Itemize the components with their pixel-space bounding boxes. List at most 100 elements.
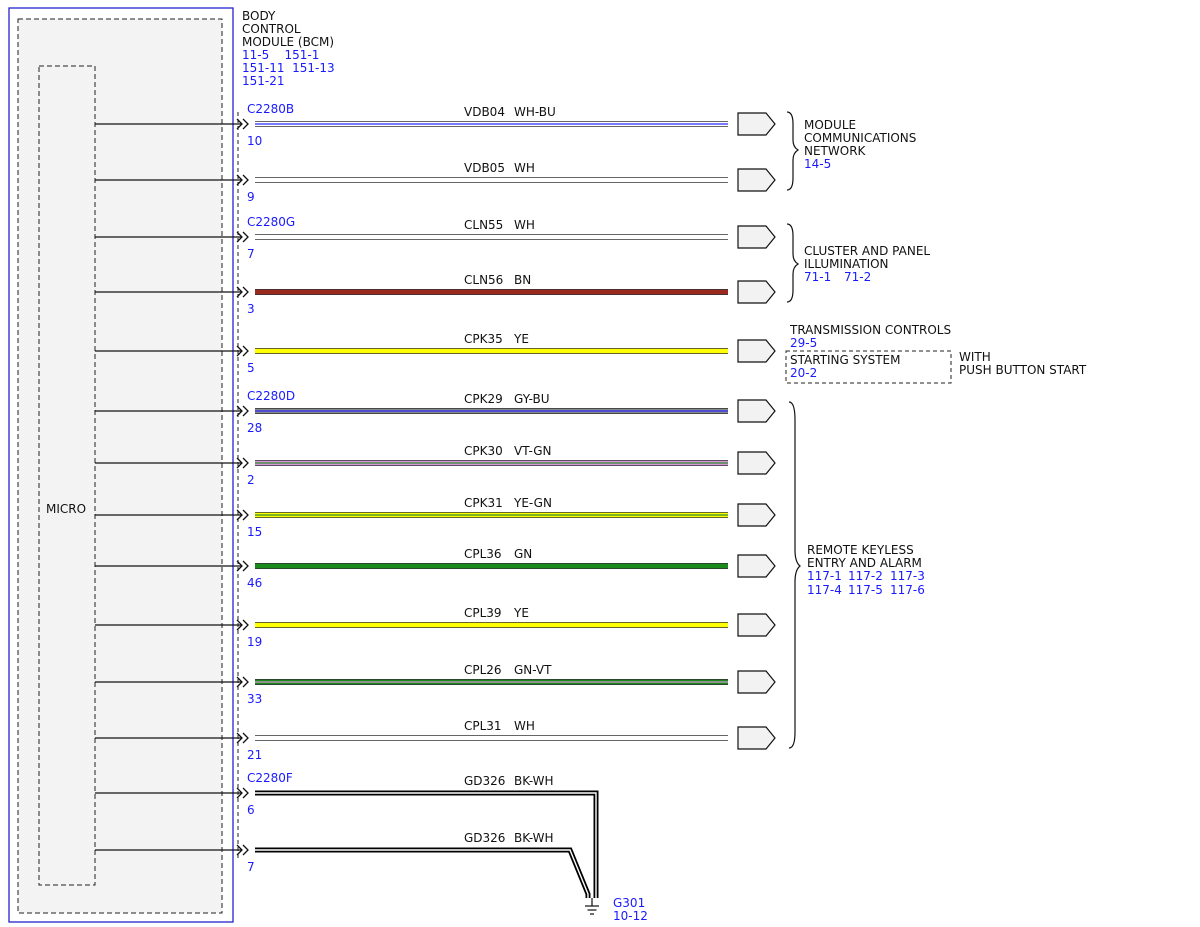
module-title-line-3: MODULE (BCM) — [242, 35, 334, 49]
pin-chevron-icon — [242, 174, 249, 186]
connector-arrow-icon — [737, 339, 776, 363]
wire-color-code: GN — [514, 547, 532, 561]
wire-circuit-label: VDB05 — [464, 161, 505, 175]
connector-arrow-icon — [737, 613, 776, 637]
dest-keyless-ref-3: 117-3 — [890, 569, 925, 583]
connector-arrow-icon — [737, 451, 776, 475]
dest-cluster-line-2: ILLUMINATION — [804, 257, 889, 271]
module-title-line-1: BODY — [242, 9, 276, 23]
pin-number: 9 — [247, 190, 255, 204]
wire-color-code: BK-WH — [514, 774, 554, 788]
dest-starting-note-1: WITH — [959, 350, 991, 364]
wire-color-code: WH — [514, 218, 535, 232]
connector-arrow-icon — [737, 280, 776, 304]
wire-color-code: YE — [513, 606, 529, 620]
dest-keyless-line-1: REMOTE KEYLESS — [807, 543, 914, 557]
connector-name: C2280B — [247, 102, 294, 116]
pin-chevron-icon — [242, 118, 249, 130]
pin-chevron-icon — [242, 787, 249, 799]
module-title-line-2: CONTROL — [242, 22, 301, 36]
pin-number: 7 — [247, 860, 255, 874]
pin-chevron-icon — [242, 676, 249, 688]
pin-number: 2 — [247, 473, 255, 487]
pin-number: 3 — [247, 302, 255, 316]
dest-cluster-ref-2: 71-2 — [844, 270, 871, 284]
bracket-remote-keyless — [788, 401, 801, 749]
pin-chevron-icon — [242, 457, 249, 469]
wire-color-code: YE-GN — [513, 496, 552, 510]
module-ref-line-3: 151-21 — [242, 74, 285, 88]
dest-keyless-ref-4: 117-4 — [807, 583, 842, 597]
wire-circuit-label: CPL26 — [464, 663, 502, 677]
dest-module-network-line-2: COMMUNICATIONS — [804, 131, 916, 145]
connector-name: C2280F — [247, 771, 293, 785]
connector-arrow-icon — [737, 503, 776, 527]
wiring-diagram: MICRO BODY CONTROL MODULE (BCM) 11-5 151… — [8, 7, 1087, 923]
dest-starting-line-1: STARTING SYSTEM — [790, 353, 900, 367]
wire-color-code: VT-GN — [514, 444, 551, 458]
wire-circuit-label: CPL39 — [464, 606, 502, 620]
pin-chevron-icon — [242, 619, 249, 631]
pin-number: 15 — [247, 525, 262, 539]
pin-number: 6 — [247, 803, 255, 817]
dest-module-network-ref-1: 14-5 — [804, 157, 831, 171]
wire-color-code: GN-VT — [514, 663, 552, 677]
pin-number: 28 — [247, 421, 262, 435]
dest-module-network-line-1: MODULE — [804, 118, 856, 132]
connector-arrow-icon — [737, 670, 776, 694]
wire-circuit-label: GD326 — [464, 831, 505, 845]
pin-number: 19 — [247, 635, 262, 649]
dest-keyless-ref-2: 117-2 — [848, 569, 883, 583]
module-ref-line-1: 11-5 151-1 — [242, 48, 319, 62]
connector-arrow-icon — [737, 168, 776, 192]
pin-chevron-icon — [242, 231, 249, 243]
dest-starting-note-2: PUSH BUTTON START — [959, 363, 1087, 377]
pin-number: 5 — [247, 361, 255, 375]
wire-color-code: WH — [514, 719, 535, 733]
connector-arrow-icon — [737, 554, 776, 578]
ground-wire — [255, 847, 591, 898]
wire-circuit-label: CPK30 — [464, 444, 503, 458]
ground-wire-trace — [255, 849, 589, 898]
ground-wire-trace — [255, 792, 597, 898]
wire-circuit-label: CPK35 — [464, 332, 503, 346]
pin-chevron-icon — [242, 844, 249, 856]
dest-transmission-line-1: TRANSMISSION CONTROLS — [789, 323, 951, 337]
wire-color-code: GY-BU — [514, 392, 550, 406]
wire-color-code: BK-WH — [514, 831, 554, 845]
dest-transmission-ref-1: 29-5 — [790, 336, 817, 350]
wire-color-code: WH — [514, 161, 535, 175]
connector-arrow-icon — [737, 225, 776, 249]
dest-keyless-ref-6: 117-6 — [890, 583, 925, 597]
wire-circuit-label: VDB04 — [464, 105, 505, 119]
pin-chevron-icon — [242, 286, 249, 298]
pin-chevron-icon — [242, 345, 249, 357]
ground-ref: 10-12 — [613, 909, 648, 923]
dest-starting-ref-1: 20-2 — [790, 366, 817, 380]
bracket-module-network — [786, 111, 800, 191]
ground-symbol-icon — [585, 898, 599, 915]
pin-number: 33 — [247, 692, 262, 706]
ground-name: G301 — [613, 896, 645, 910]
connector-name: C2280D — [247, 389, 295, 403]
dest-module-network-line-3: NETWORK — [804, 144, 867, 158]
bracket-cluster-illumination — [786, 223, 800, 303]
ground-wire — [255, 790, 599, 898]
wire-circuit-label: CPL36 — [464, 547, 502, 561]
wire-circuit-label: CPK31 — [464, 496, 503, 510]
connector-arrow-icon — [737, 399, 776, 423]
wire-circuit-label: CLN55 — [464, 218, 503, 232]
pin-number: 21 — [247, 748, 262, 762]
pin-number: 7 — [247, 247, 255, 261]
wire-color-code: WH-BU — [514, 105, 556, 119]
wire-color-code: YE — [513, 332, 529, 346]
module-ref-line-2: 151-11 151-13 — [242, 61, 335, 75]
connector-arrow-icon — [737, 112, 776, 136]
pin-chevron-icon — [242, 509, 249, 521]
connector-name: C2280G — [247, 215, 295, 229]
dest-cluster-line-1: CLUSTER AND PANEL — [804, 244, 930, 258]
pin-number: 46 — [247, 576, 262, 590]
connector-arrow-icon — [737, 726, 776, 750]
dest-keyless-ref-1: 117-1 — [807, 569, 842, 583]
dest-cluster-ref-1: 71-1 — [804, 270, 831, 284]
